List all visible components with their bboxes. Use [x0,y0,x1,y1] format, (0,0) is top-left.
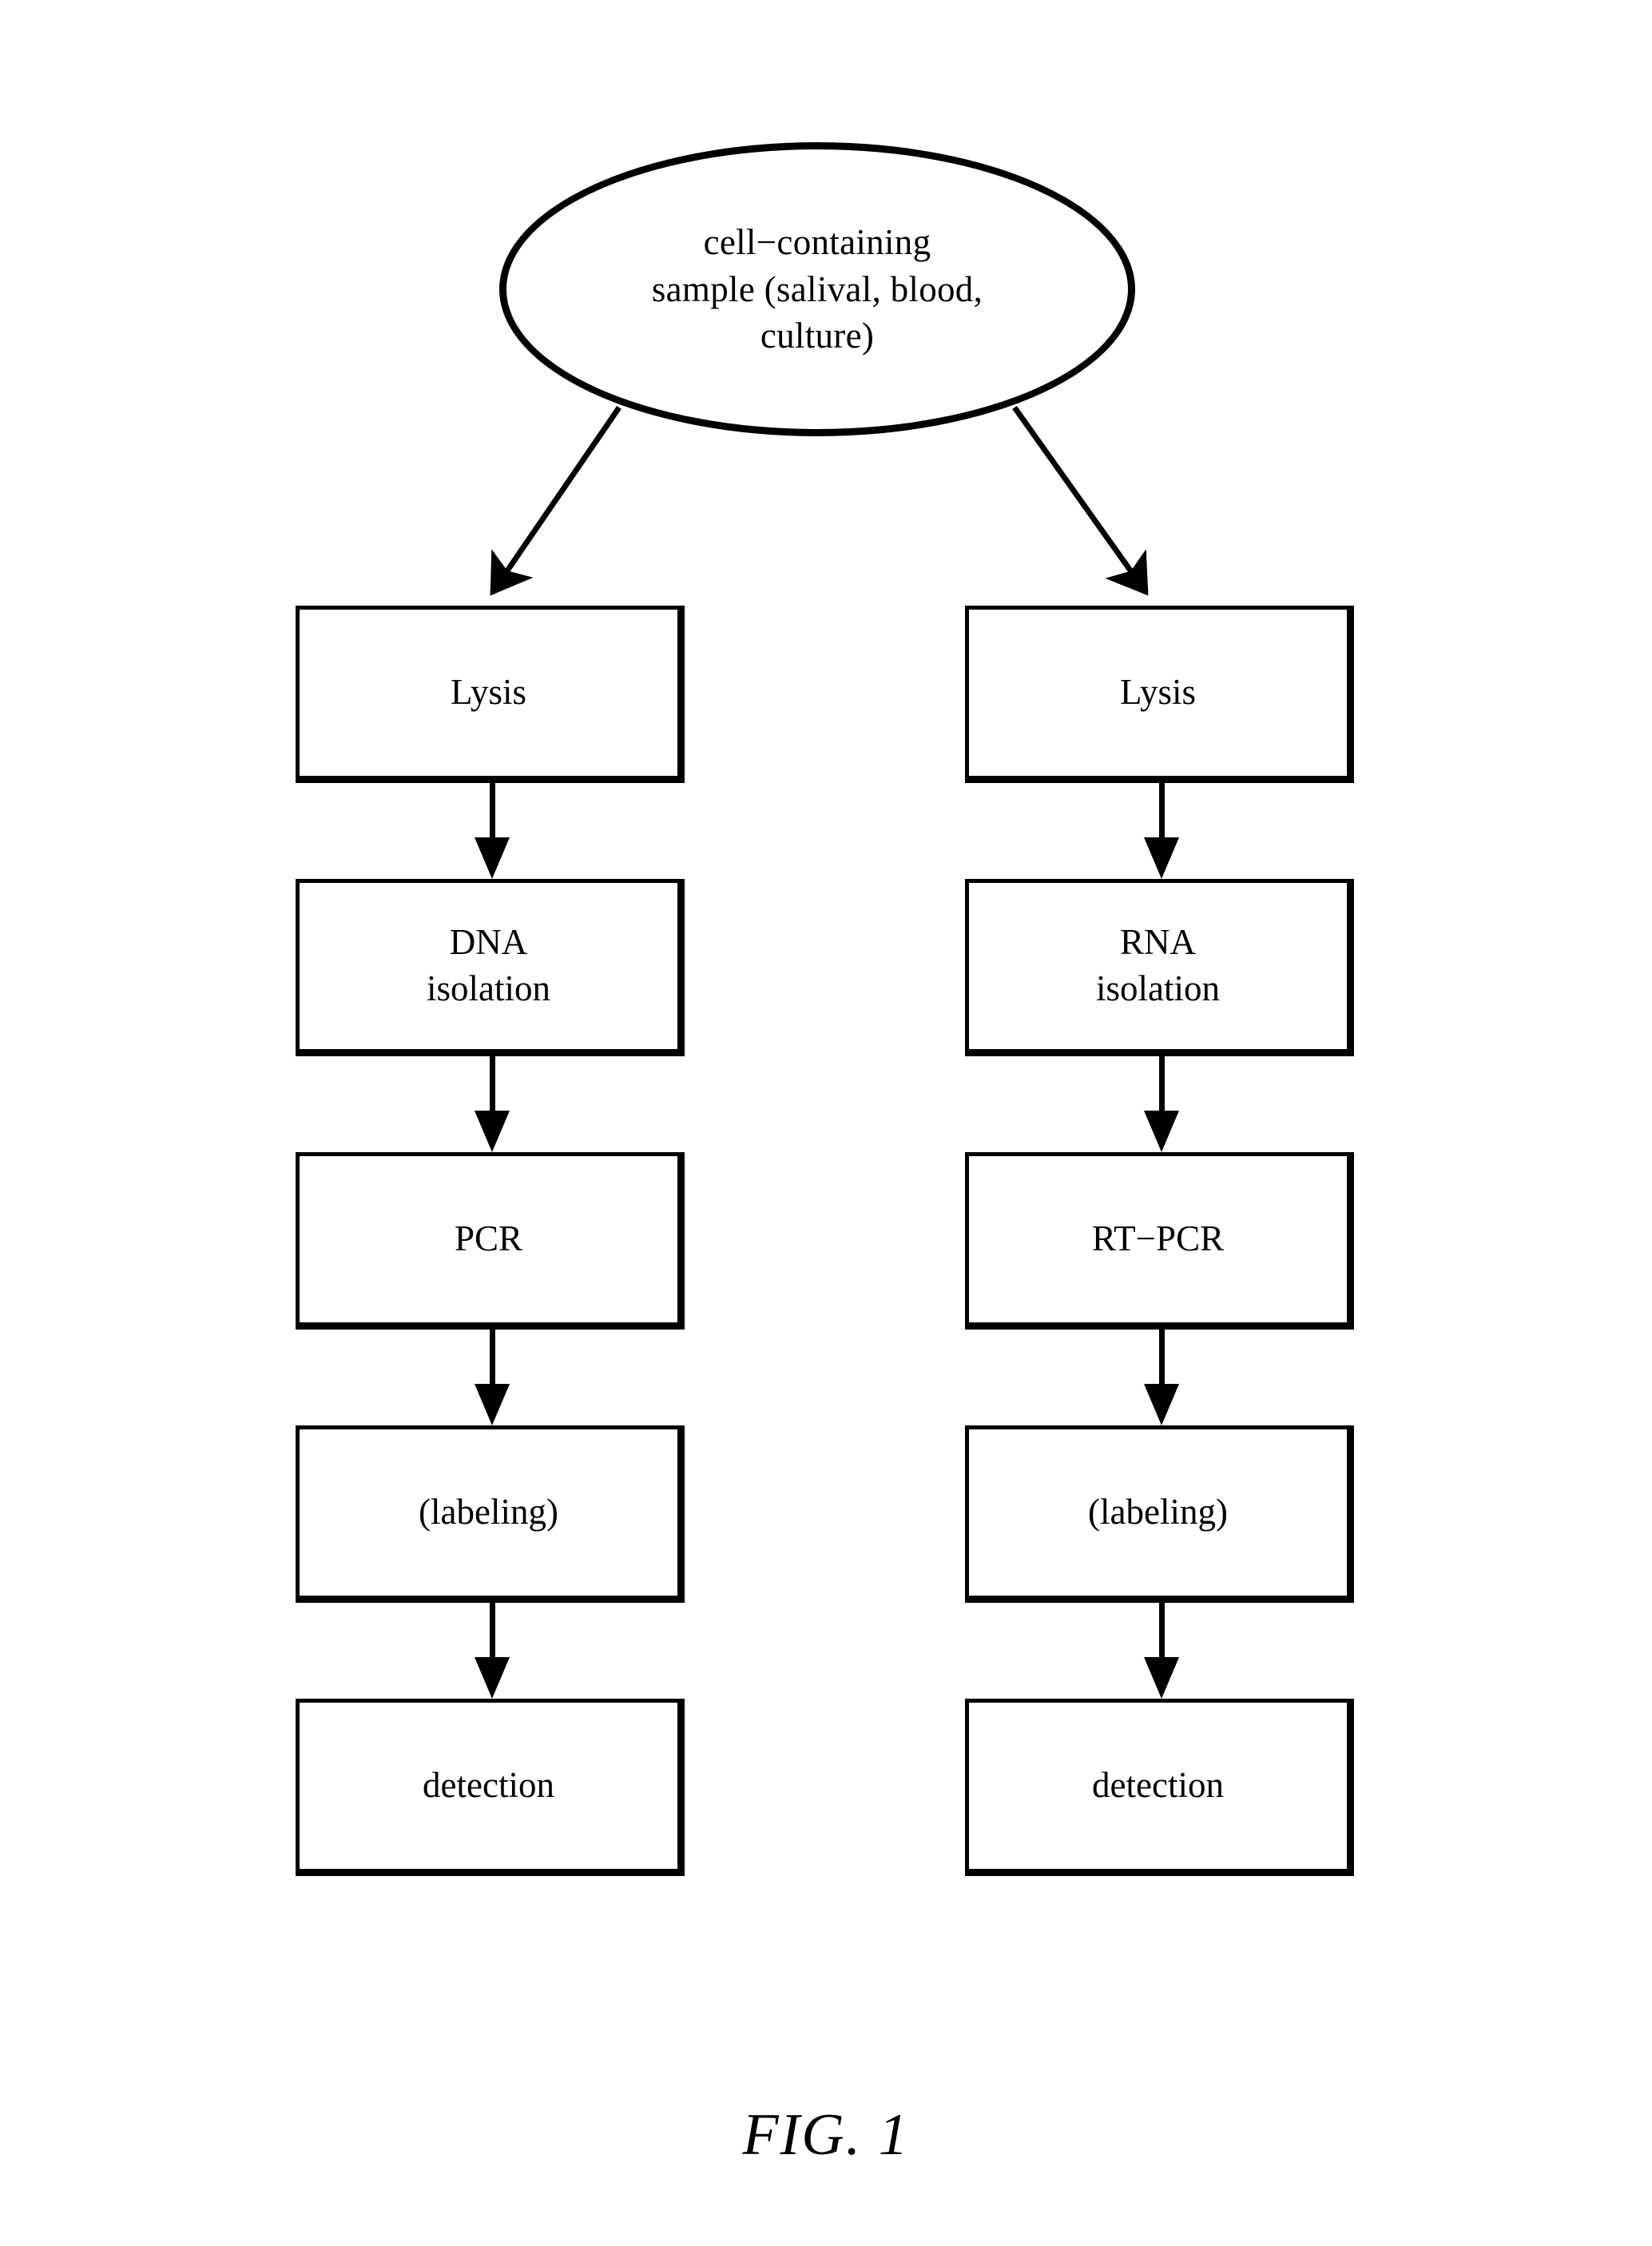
branch-arrow-right [1012,405,1149,596]
box-right-labeling-label: (labeling) [1088,1492,1228,1532]
box-left-detection-label: detection [423,1765,554,1806]
figure-caption: FIG. 1 [742,2102,910,2168]
source-ellipse-label: cell−containing sample (salival, blood, … [651,222,983,356]
box-left-detection: detection [296,1699,685,1876]
box-right-rna-isolation-label: RNA isolation [1096,922,1220,1008]
box-left-lysis: Lysis [296,606,685,783]
box-left-labeling: (labeling) [296,1425,685,1603]
box-right-lysis: Lysis [965,606,1354,783]
box-right-rna-isolation: RNA isolation [965,879,1354,1056]
box-right-lysis-label: Lysis [1119,672,1197,713]
box-left-dna-isolation: DNA isolation [296,879,685,1056]
box-right-rt-pcr-label: RT−PCR [1091,1218,1225,1259]
box-left-labeling-label: (labeling) [419,1492,558,1532]
box-left-lysis-label: Lysis [450,672,527,713]
box-right-rt-pcr: RT−PCR [965,1152,1354,1330]
box-left-pcr-label: PCR [454,1218,523,1259]
box-left-pcr: PCR [296,1152,685,1330]
patent-figure-canvas: cell−containing sample (salival, blood, … [0,0,1652,2246]
box-left-dna-isolation-label: DNA isolation [427,922,550,1008]
box-right-detection-label: detection [1092,1765,1224,1806]
box-right-labeling: (labeling) [965,1425,1354,1603]
branch-arrow-left [490,406,621,596]
box-right-detection: detection [965,1699,1354,1876]
source-ellipse-node: cell−containing sample (salival, blood, … [499,142,1135,436]
